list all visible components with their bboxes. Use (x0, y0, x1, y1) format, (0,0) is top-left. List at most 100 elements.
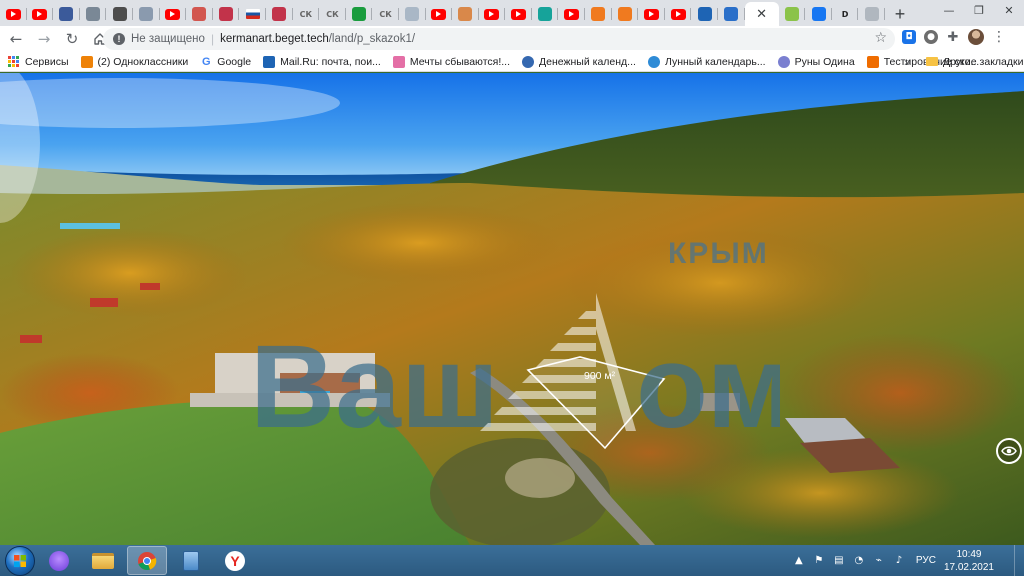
youtube-icon (564, 8, 580, 20)
browser-tab[interactable] (80, 2, 107, 26)
chrome-icon (138, 551, 157, 570)
clock[interactable]: 10:49 17.02.2021 (944, 548, 994, 574)
youtube-icon (670, 8, 686, 20)
bookmarks-overflow-button[interactable]: » (904, 55, 911, 69)
ok-teal-icon (538, 7, 553, 21)
address-bar[interactable]: ! Не защищено | kermanart.beget.tech/lan… (103, 28, 895, 50)
taskbar-chrome[interactable] (127, 546, 167, 575)
browser-tab[interactable]: СК (372, 2, 399, 26)
bookmark-label: Руны Одина (794, 55, 855, 68)
extensions-puzzle-icon[interactable]: ✚ (946, 30, 960, 45)
volume-icon[interactable]: ♪ (892, 554, 906, 568)
browser-tab[interactable] (505, 2, 532, 26)
start-button[interactable] (5, 545, 35, 576)
url-path: /land/p_skazok1/ (328, 33, 416, 45)
browser-tab[interactable] (213, 2, 240, 26)
youtube-icon (484, 8, 500, 20)
reload-button[interactable]: ↻ (60, 28, 84, 50)
close-icon[interactable]: ✕ (756, 7, 767, 22)
browser-tab[interactable] (665, 2, 692, 26)
back-button[interactable]: ← (4, 28, 28, 50)
url-separator: | (210, 32, 215, 46)
forward-button[interactable]: → (32, 28, 56, 50)
reload-icon: ↻ (65, 30, 79, 48)
bookmark-item[interactable]: G Google (200, 56, 251, 68)
other-bookmarks[interactable]: Другие закладки (926, 56, 1023, 68)
browser-tab[interactable]: D (832, 2, 859, 26)
browser-toolbar: ← → ↻ ! Не защищено | kermanart.beget.te… (0, 26, 1024, 52)
taskbar-file-explorer[interactable] (83, 546, 123, 575)
browser-tab[interactable] (452, 2, 479, 26)
browser-tab[interactable] (479, 2, 506, 26)
clock-date: 17.02.2021 (943, 561, 994, 573)
browser-tab[interactable] (0, 2, 27, 26)
browser-menu-icon[interactable]: ⋮ (992, 29, 1006, 45)
browser-tab[interactable] (346, 2, 373, 26)
not-secure-label: Не защищено (131, 33, 205, 45)
minimize-button[interactable]: — (934, 0, 964, 20)
browser-tab[interactable] (426, 2, 453, 26)
browser-tab[interactable] (532, 2, 559, 26)
moon-icon (647, 55, 660, 68)
orange-circle-icon (617, 7, 632, 21)
taskbar-alice[interactable] (39, 546, 79, 575)
taskbar-yandex-browser[interactable]: Y (215, 546, 255, 575)
language-indicator[interactable]: РУС (916, 555, 936, 566)
bookmark-item[interactable]: Мечты сбываются!... (392, 55, 510, 68)
bookmark-item[interactable]: Сервисы (8, 56, 69, 68)
browser-tab[interactable] (858, 2, 885, 26)
bookmark-item[interactable]: Лунный календарь... (647, 55, 766, 68)
browser-tab[interactable] (805, 2, 832, 26)
bookmark-item[interactable]: Руны Одина (777, 55, 855, 68)
browser-tab[interactable] (779, 2, 806, 26)
browser-tab[interactable]: СК (293, 2, 320, 26)
show-desktop-button[interactable] (1014, 545, 1024, 576)
browser-tab[interactable] (160, 2, 187, 26)
panorama-viewer[interactable]: Ваш ом КРЫМ 900 м² (0, 73, 1024, 545)
ok-icon: СК (299, 9, 313, 19)
browser-tab[interactable] (691, 2, 718, 26)
browser-tab[interactable] (53, 2, 80, 26)
browser-tab[interactable] (27, 2, 54, 26)
bookmark-item[interactable]: Mail.Ru: почта, пои... (263, 55, 381, 68)
profile-avatar[interactable] (968, 29, 984, 45)
restore-button[interactable]: ❐ (964, 0, 994, 20)
flag-icon[interactable]: ⚑ (812, 554, 826, 568)
new-tab-button[interactable]: + (887, 2, 913, 26)
browser-tab[interactable] (239, 2, 266, 26)
window-controls: — ❐ ✕ (934, 0, 1024, 26)
browser-tab[interactable] (612, 2, 639, 26)
link-icon (139, 7, 154, 21)
arrow-right-icon: → (37, 30, 51, 48)
view-mode-button[interactable] (996, 438, 1022, 464)
taskbar-calculator[interactable] (171, 546, 211, 575)
bookmark-star-icon[interactable]: ☆ (874, 30, 887, 46)
browser-tab[interactable] (106, 2, 133, 26)
url-text: kermanart.beget.tech/land/p_skazok1/ (220, 33, 415, 45)
browser-tab[interactable] (558, 2, 585, 26)
browser-tab[interactable] (399, 2, 426, 26)
info-icon[interactable]: ! (113, 33, 125, 45)
show-hidden-icons[interactable]: ▲ (792, 554, 806, 568)
vash-dom-logo: Ваш ом (250, 293, 780, 437)
browser-tab[interactable] (718, 2, 745, 26)
bookmark-item[interactable]: (2) Одноклассники (80, 55, 188, 68)
youtube-icon (165, 8, 181, 20)
browser-tab[interactable]: СК (319, 2, 346, 26)
plot-area-label[interactable]: 900 м² (584, 370, 615, 382)
browser-tab[interactable] (585, 2, 612, 26)
browser-tab[interactable] (266, 2, 293, 26)
browser-tab[interactable] (133, 2, 160, 26)
extension-circle-icon[interactable]: ● (924, 30, 938, 44)
browser-tab[interactable] (638, 2, 665, 26)
usb-icon[interactable]: ⌁ (872, 554, 886, 568)
close-window-button[interactable]: ✕ (994, 0, 1024, 20)
clock-time: 10:49 (956, 548, 982, 560)
browser-tab[interactable] (186, 2, 213, 26)
bookmark-label: Сервисы (25, 55, 69, 68)
browser-tab[interactable]: ✕ (744, 2, 779, 26)
bookmark-item[interactable]: Денежный календ... (522, 55, 636, 68)
extension-blue-icon[interactable]: ◘ (902, 30, 916, 44)
network-icon[interactable]: ▤ (832, 554, 846, 568)
wifi-icon[interactable]: ◔ (852, 554, 866, 568)
